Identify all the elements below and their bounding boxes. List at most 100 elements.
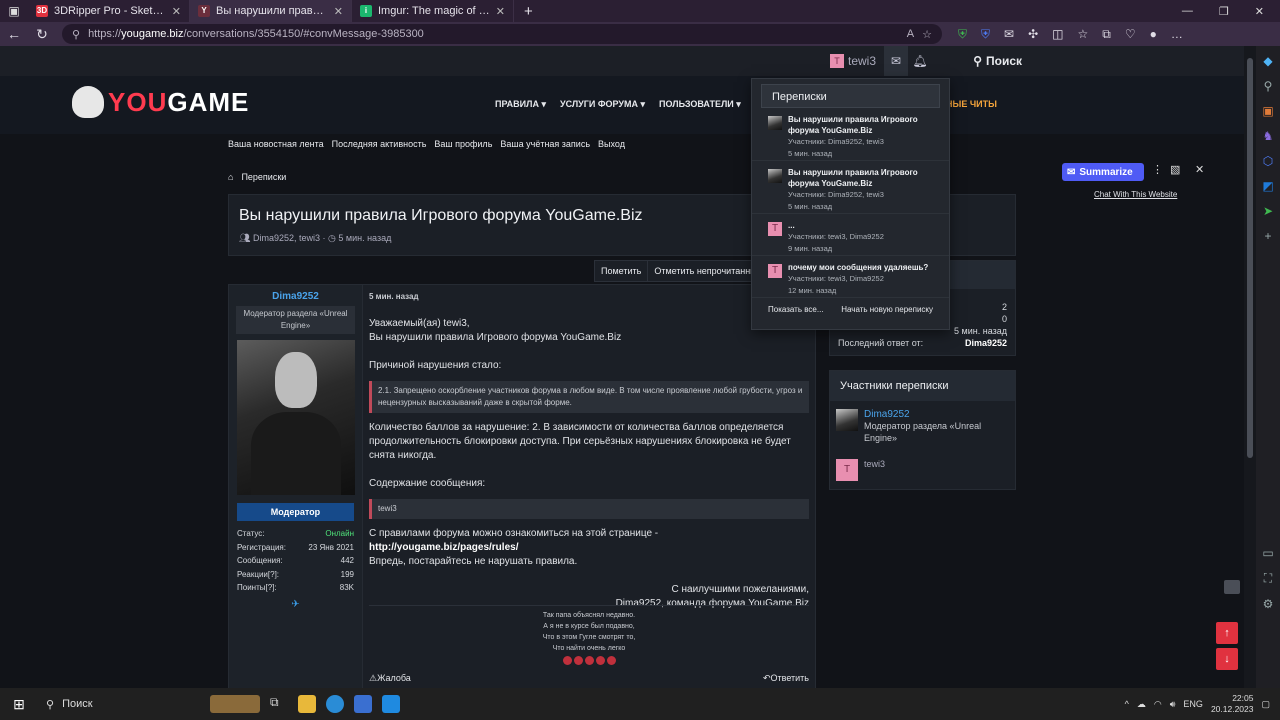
url-field[interactable]: ⚲ https://yougame.biz/conversations/3554… — [62, 24, 942, 44]
author-photo[interactable] — [237, 340, 355, 495]
browser-tab[interactable]: i Imgur: The magic of the Internet ✕ — [352, 0, 514, 22]
settings-icon[interactable]: ⚙ — [1263, 597, 1274, 611]
chat-link[interactable]: Chat With This Website — [1094, 190, 1177, 199]
search-icon[interactable]: ⚲ — [1264, 79, 1273, 93]
rules-link[interactable]: http://yougame.biz/pages/rules/ — [369, 542, 518, 553]
meta-participants[interactable]: Dima9252, tewi3 — [253, 233, 320, 243]
volume-icon[interactable]: 🔊︎ — [1170, 699, 1176, 710]
user-menu[interactable]: T tewi3 — [822, 46, 884, 76]
conversation-item[interactable]: T... Участники: tewi3, Dima9252 9 мин. наз… — [752, 214, 949, 256]
browser-tab[interactable]: Y Вы нарушили правила Игровог ✕ — [190, 0, 352, 22]
close-icon[interactable]: ✕ — [1195, 163, 1204, 176]
split-screen-icon[interactable]: ◫ — [1052, 27, 1063, 41]
shield-extension-icon[interactable]: ⛨ — [958, 27, 967, 42]
wifi-icon[interactable]: ◠ — [1154, 699, 1162, 710]
task-view-icon[interactable]: ⧉ — [270, 695, 288, 713]
menu-item[interactable]: ПОЛЬЗОВАТЕЛИ ▾ — [659, 99, 741, 110]
conversation-title[interactable]: Вы нарушили правила Игрового форума YouG… — [788, 114, 939, 136]
chevron-up-icon[interactable]: ^ — [1125, 699, 1129, 709]
participant-name[interactable]: Dima9252 — [864, 409, 1009, 420]
search-button[interactable]: ⚲ Поиск — [973, 46, 1022, 76]
new-conversation-link[interactable]: Начать новую переписку — [841, 305, 933, 314]
tab-close-icon[interactable]: ✕ — [172, 5, 181, 18]
summarize-button[interactable]: ✉ Summarize — [1062, 163, 1144, 181]
clock[interactable]: 22:05 20.12.2023 — [1211, 693, 1254, 715]
games-icon[interactable]: ♞ — [1263, 129, 1274, 143]
add-icon[interactable]: + — [1264, 229, 1271, 243]
copilot-icon[interactable]: ◆ — [1263, 54, 1272, 68]
notification-icon[interactable]: ▢ — [1261, 699, 1270, 710]
conversation-item[interactable]: Вы нарушили правила Игрового форума YouG… — [752, 161, 949, 214]
participant-avatar[interactable] — [836, 409, 858, 431]
conversation-item[interactable]: Tпочему мои сообщения удаляешь? Участники… — [752, 256, 949, 298]
site-info-icon[interactable]: ⚲ — [72, 28, 80, 41]
participant[interactable]: Dima9252 Модератор раздела «Unreal Engine… — [830, 401, 1015, 451]
read-aloud-icon[interactable]: A — [907, 28, 914, 40]
favorite-star-icon[interactable]: ☆ — [922, 28, 932, 41]
edge-icon[interactable] — [326, 695, 344, 713]
page-scrollbar[interactable] — [1244, 46, 1256, 688]
tools-icon[interactable]: ▣ — [1262, 104, 1273, 118]
subnav-link[interactable]: Выход — [598, 139, 625, 149]
taskbar-search[interactable]: ⚲ Поиск — [38, 688, 170, 720]
profile-avatar-icon[interactable]: ● — [1150, 27, 1157, 41]
explorer-icon[interactable] — [298, 695, 316, 713]
panel-icon[interactable]: ▭ — [1262, 546, 1273, 560]
tab-close-icon[interactable]: ✕ — [334, 5, 343, 18]
conversation-title[interactable]: Вы нарушили правила Игрового форума YouG… — [788, 167, 939, 189]
shield-icon[interactable]: ⬡ — [1263, 154, 1273, 168]
floating-widget-icon[interactable] — [1224, 580, 1240, 594]
language-indicator[interactable]: ENG — [1183, 699, 1203, 709]
new-tab-button[interactable]: + — [514, 3, 543, 20]
store-icon[interactable] — [354, 695, 372, 713]
menu-item[interactable]: ПРАВИЛА ▾ — [495, 99, 546, 110]
conversation-item[interactable]: Вы нарушили правила Игрового форума YouG… — [752, 108, 949, 161]
breadcrumb-conversations[interactable]: Переписки — [241, 172, 286, 182]
conversation-title[interactable]: ... — [788, 220, 884, 231]
participant[interactable]: Ttewi3 — [830, 451, 1015, 481]
menu-item[interactable]: УСЛУГИ ФОРУМА ▾ — [560, 99, 645, 110]
windows-start-icon[interactable]: ⊞ — [0, 696, 38, 713]
more-icon[interactable]: ⋮ — [1152, 163, 1163, 176]
menu-dots-icon[interactable]: … — [1171, 27, 1183, 41]
author-name[interactable]: Dima9252 — [229, 291, 362, 302]
telegram-icon[interactable]: ✈ — [229, 599, 362, 610]
fullscreen-icon[interactable]: ⛶ — [1264, 571, 1272, 586]
tab-close-icon[interactable]: ✕ — [496, 5, 505, 18]
close-window-button[interactable]: ✕ — [1255, 5, 1264, 18]
widget-icon[interactable] — [210, 695, 260, 713]
refresh-icon[interactable]: ↻ — [28, 26, 56, 43]
subnav-link[interactable]: Ваш профиль — [434, 139, 492, 149]
bell-icon[interactable]: 🔔︎ — [908, 46, 932, 76]
mail-extension-icon[interactable]: ✉ — [1004, 27, 1014, 41]
participant-name[interactable]: tewi3 — [864, 459, 885, 469]
home-icon[interactable]: ⌂ — [228, 172, 233, 182]
subnav-link[interactable]: Ваша новостная лента — [228, 139, 324, 149]
tab-actions-icon[interactable]: ▣ — [0, 0, 28, 22]
outlook-icon[interactable]: ◩ — [1262, 179, 1273, 193]
participant-avatar[interactable]: T — [836, 459, 858, 481]
site-logo[interactable]: YOUGAME — [72, 86, 249, 118]
minimize-button[interactable]: — — [1182, 5, 1193, 18]
network-icon[interactable]: ☁ — [1137, 699, 1146, 710]
scroll-down-button[interactable]: ↓ — [1216, 648, 1238, 670]
hide-icon[interactable]: ▧ — [1170, 163, 1180, 176]
puzzle-icon[interactable]: ✣ — [1028, 27, 1038, 41]
show-all-link[interactable]: Показать все... — [768, 305, 824, 314]
back-icon[interactable]: ← — [0, 26, 28, 42]
browser-tab[interactable]: 3D 3DRipper Pro - Sketchfab - Free ✕ — [28, 0, 190, 22]
post-time[interactable]: 5 мин. назад — [369, 292, 419, 301]
send-icon[interactable]: ➤ — [1263, 204, 1273, 218]
popup-title[interactable]: Переписки — [761, 84, 940, 108]
scroll-up-button[interactable]: ↑ — [1216, 622, 1238, 644]
mark-unread-button[interactable]: Отметить непрочитанны — [648, 261, 764, 281]
shopping-icon[interactable]: ♡ — [1125, 27, 1136, 41]
subnav-link[interactable]: Ваша учётная запись — [500, 139, 590, 149]
mail-app-icon[interactable] — [382, 695, 400, 713]
reply-button[interactable]: ↶Ответить — [763, 673, 809, 684]
maximize-button[interactable]: ❐ — [1219, 5, 1229, 18]
inbox-icon[interactable]: ✉ — [884, 46, 908, 76]
blue-extension-icon[interactable]: ⛨ — [981, 27, 990, 42]
collections-icon[interactable]: ⧉ — [1102, 27, 1111, 42]
mark-button[interactable]: Пометить — [595, 261, 649, 281]
